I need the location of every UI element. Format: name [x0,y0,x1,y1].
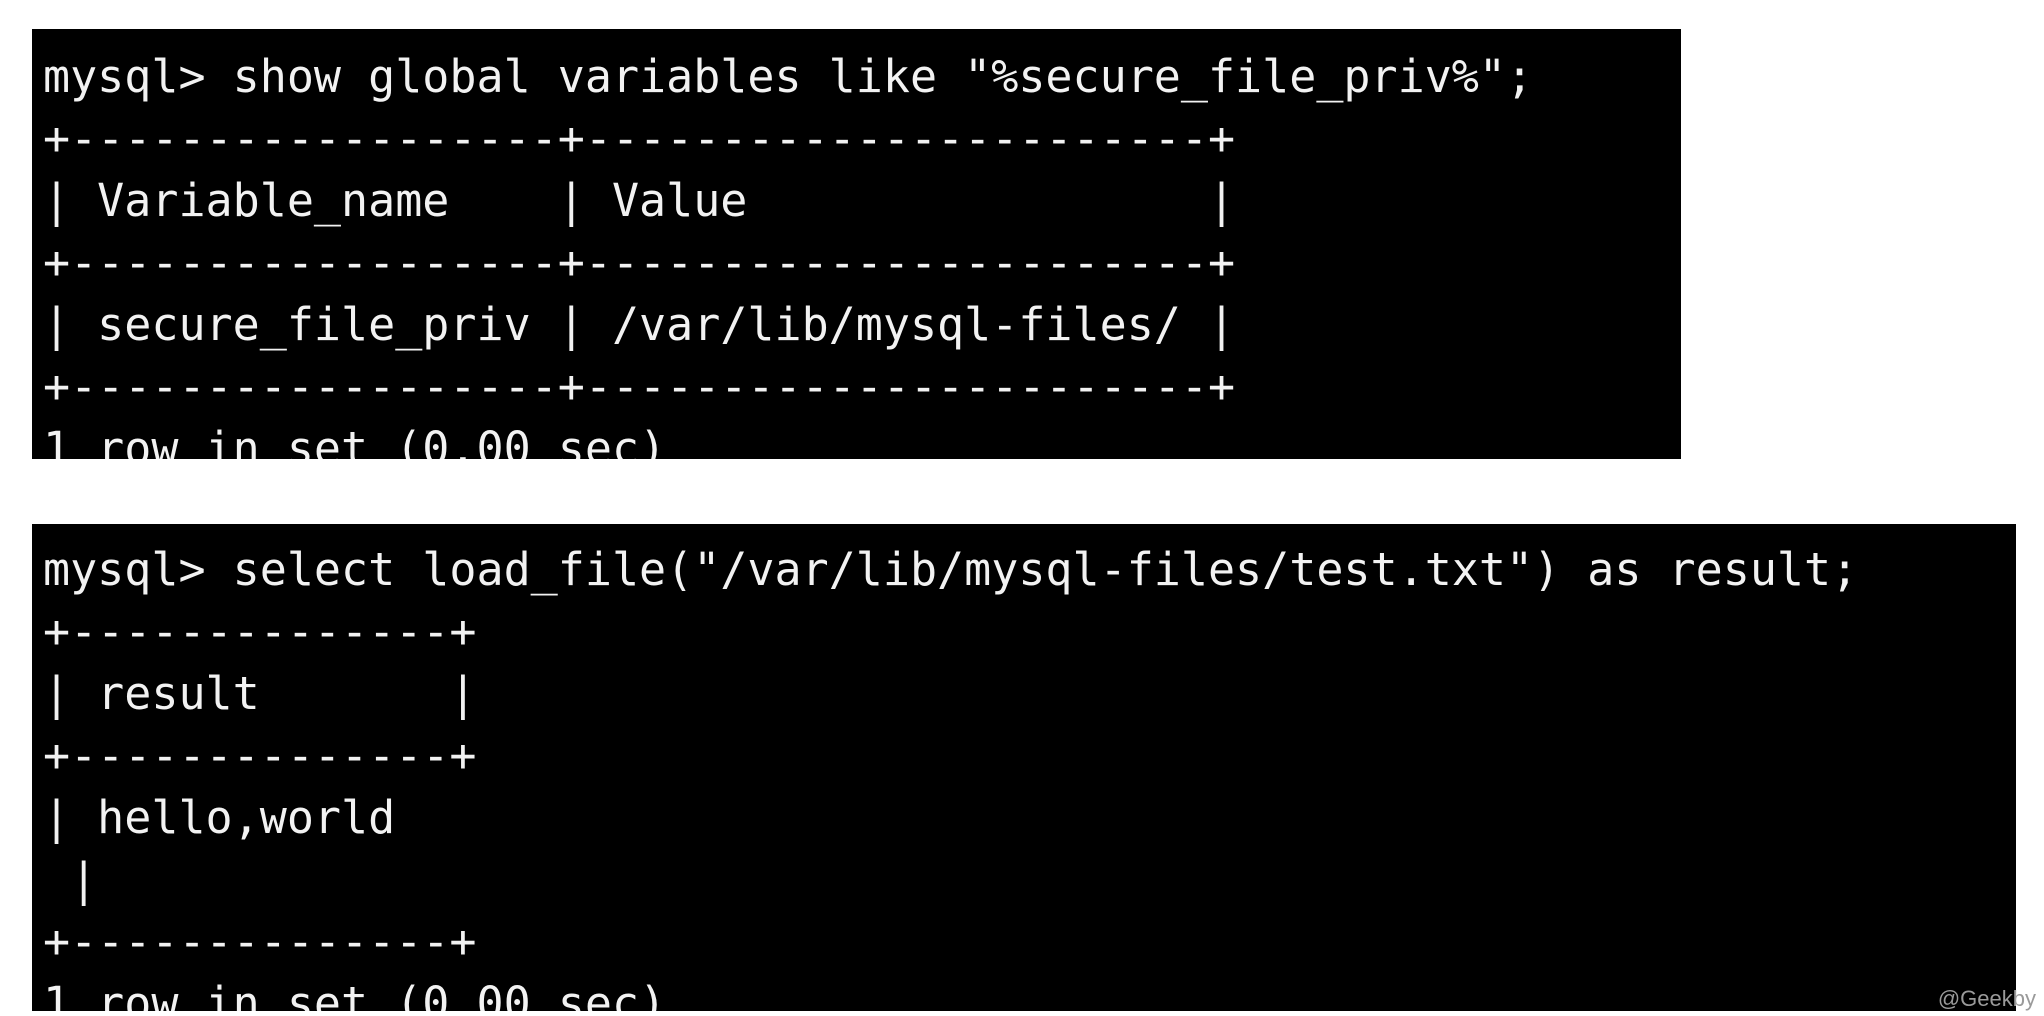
table-row-continuation: | [43,853,98,906]
table-border: +--------------+ [43,729,477,782]
terminal-window-query-1: mysql> show global variables like "%secu… [32,29,1681,459]
table-border: +------------------+--------------------… [43,360,1236,413]
table-border: +--------------+ [43,605,477,658]
terminal-window-query-2: mysql> select load_file("/var/lib/mysql-… [32,524,2016,1011]
table-row: | hello,world [43,791,396,844]
table-border: +------------------+--------------------… [43,236,1236,289]
table-header-row: | result | [43,667,477,720]
table-border: +------------------+--------------------… [43,112,1236,165]
table-header-row: | Variable_name | Value | [43,174,1236,227]
result-summary: 1 row in set (0.00 sec) [43,977,667,1011]
table-border: +--------------+ [43,915,477,968]
command-line: mysql> show global variables like "%secu… [43,50,1534,103]
watermark: @Geekby [1937,986,2036,1011]
result-summary: 1 row in set (0.00 sec) [43,422,667,459]
command-line: mysql> select load_file("/var/lib/mysql-… [43,543,1859,596]
table-row: | secure_file_priv | /var/lib/mysql-file… [43,298,1236,351]
